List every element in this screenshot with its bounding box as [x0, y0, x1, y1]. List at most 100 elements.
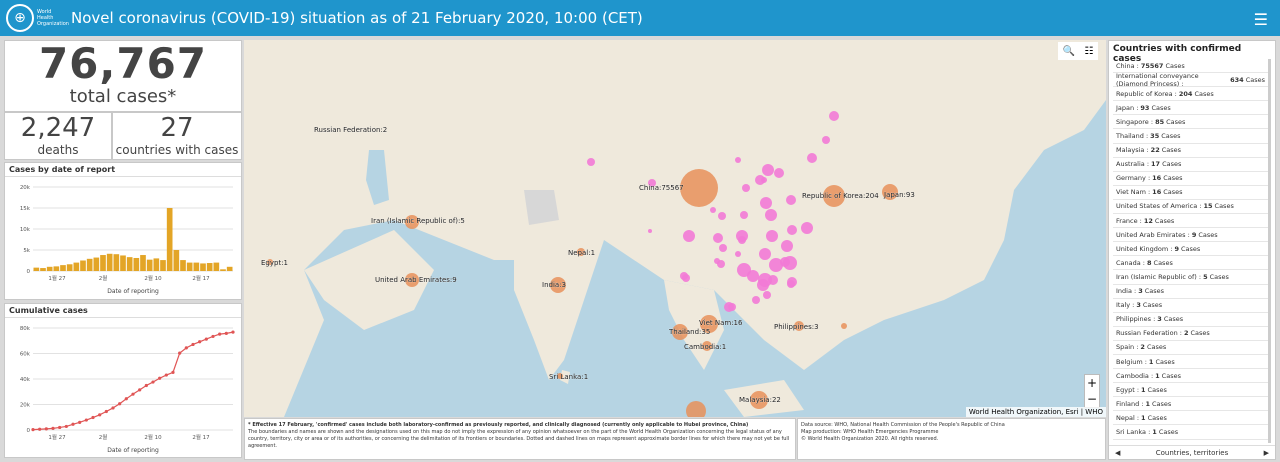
list-item[interactable]: Egypt :1 Cases [1113, 383, 1268, 398]
data-point [38, 427, 42, 431]
case-bubble [807, 153, 817, 163]
data-point [218, 332, 222, 336]
list-item-suffix: Cases [1151, 103, 1171, 112]
data-point [211, 334, 215, 339]
map-label: India:3 [542, 281, 566, 289]
data-point [44, 427, 48, 431]
x-tick-label: 2월 [99, 433, 108, 441]
bar [66, 264, 73, 271]
list-item[interactable]: Canada :8 Cases [1113, 256, 1268, 271]
map-label: Malaysia:22 [739, 396, 781, 404]
case-bubble [710, 207, 716, 213]
map-label: Sri Lanka:1 [549, 373, 588, 381]
map-canvas[interactable]: Russian Federation:2 Iran (Islamic Republ… [244, 40, 1106, 417]
list-item[interactable]: United States of America :15 Cases [1113, 200, 1268, 215]
y-tick-label: 40k [20, 377, 31, 383]
legend-icon[interactable]: ☷ [1084, 46, 1093, 57]
case-bubble [724, 302, 734, 312]
list-item-suffix: Cases [1198, 230, 1218, 239]
list-item[interactable]: Malaysia :22 Cases [1113, 144, 1268, 158]
case-bubble [735, 157, 741, 163]
search-icon[interactable]: 🔍 [1063, 46, 1075, 57]
list-item[interactable]: Iran (Islamic Republic of) :5 Cases [1113, 270, 1268, 285]
country-list[interactable]: China :75567 Cases International conveyanc… [1113, 59, 1271, 443]
zoom-controls: + − [1084, 374, 1100, 408]
data-point [124, 397, 128, 401]
list-item-suffix: Cases [1165, 61, 1185, 70]
map-label: Russian Federation:2 [314, 126, 387, 134]
list-item-name: United Kingdom : [1116, 244, 1173, 253]
map-view[interactable]: Russian Federation:2 Iran (Islamic Republ… [244, 40, 1106, 417]
list-item[interactable]: Japan :93 Cases [1113, 101, 1268, 116]
list-item[interactable]: Republic of Korea :204 Cases [1113, 87, 1268, 102]
list-item[interactable]: International conveyance (Diamond Prince… [1113, 71, 1268, 88]
cumulative-cases-chart-panel: Cumulative cases 0 20k 40k 60k 80k 1월 27 2월 2월 … [4, 303, 242, 458]
who-logo-text: World Health Organization [37, 9, 69, 27]
list-item-name: Russian Federation : [1116, 329, 1182, 338]
list-item[interactable]: France :12 Cases [1113, 214, 1268, 229]
bar [46, 266, 53, 271]
x-tick-label: 1월 27 [48, 274, 66, 282]
case-bubble [713, 233, 723, 243]
list-item[interactable]: Sri Lanka :1 Cases [1113, 425, 1268, 440]
bar [220, 269, 226, 271]
list-item-name: International conveyance (Diamond Prince… [1116, 71, 1199, 88]
list-item[interactable]: Singapore :85 Cases [1113, 115, 1268, 130]
list-item[interactable]: Philippines :3 Cases [1113, 313, 1268, 327]
list-item-name: Finland : [1116, 399, 1144, 408]
case-bubble [682, 274, 690, 282]
source-line-3: © World Health Organization 2020. All ri… [801, 436, 939, 442]
bar [33, 267, 40, 271]
case-bubble [762, 164, 774, 176]
data-point [158, 376, 162, 380]
bar [133, 257, 140, 271]
country-list-panel: Countries with confirmed cases China :75… [1108, 40, 1276, 460]
next-arrow-icon[interactable]: ▶ [1264, 449, 1269, 457]
case-bubble [760, 197, 772, 209]
zoom-in-button[interactable]: + [1085, 375, 1099, 391]
list-item-suffix: Cases [1162, 160, 1182, 169]
bar [93, 257, 100, 271]
list-item[interactable]: Finland :1 Cases [1113, 397, 1268, 412]
zoom-out-button[interactable]: − [1085, 391, 1099, 407]
list-item[interactable]: Belgium :1 Cases [1113, 355, 1268, 370]
list-item-suffix: Cases [1180, 244, 1201, 253]
case-bubble [759, 248, 771, 260]
prev-arrow-icon[interactable]: ◀ [1115, 449, 1120, 457]
list-item-count: 17 [1151, 160, 1161, 169]
data-point [198, 340, 202, 344]
menu-icon[interactable]: ☰ [1254, 10, 1268, 29]
list-item-count: 35 [1150, 132, 1160, 141]
list-item[interactable]: Cambodia :1 Cases [1113, 369, 1268, 384]
bar [126, 257, 133, 271]
list-item-count: 1 [1148, 357, 1154, 366]
list-item[interactable]: Thailand :35 Cases [1113, 129, 1268, 144]
list-item[interactable]: Nepal :1 Cases [1113, 411, 1268, 426]
list-item[interactable]: Germany :16 Cases [1113, 172, 1268, 186]
list-item[interactable]: Spain :2 Cases [1113, 341, 1268, 355]
countries-label: countries with cases [115, 143, 239, 157]
list-item[interactable]: United Arab Emirates :9 Cases [1113, 228, 1268, 243]
list-item[interactable]: India :3 Cases [1113, 285, 1268, 299]
list-item[interactable]: Australia :17 Cases [1113, 158, 1268, 172]
list-item[interactable]: Russian Federation :2 Cases [1113, 327, 1268, 341]
list-item-count: 16 [1152, 188, 1162, 197]
case-bubble [719, 244, 727, 252]
map-attribution[interactable]: World Health Organization, Esri | WHO [965, 407, 1106, 417]
list-item-count: 3 [1138, 287, 1143, 296]
x-axis-label: Date of reporting [107, 288, 159, 295]
case-bubble [648, 229, 652, 233]
list-item[interactable]: United Kingdom :9 Cases [1113, 242, 1268, 257]
map-label: Japan:93 [883, 191, 915, 199]
list-item-count: 85 [1155, 117, 1165, 126]
bar [153, 258, 160, 271]
list-item[interactable]: Viet Nam :16 Cases [1113, 186, 1268, 200]
list-item[interactable]: Italy :3 Cases [1113, 299, 1268, 313]
case-bubble [787, 277, 797, 287]
case-bubble [735, 251, 741, 257]
map-label: Republic of Korea:204 [802, 192, 879, 200]
case-bubble [686, 401, 706, 417]
bar [186, 262, 193, 271]
map-label: Cambodia:1 [684, 343, 726, 351]
bar [193, 262, 200, 271]
